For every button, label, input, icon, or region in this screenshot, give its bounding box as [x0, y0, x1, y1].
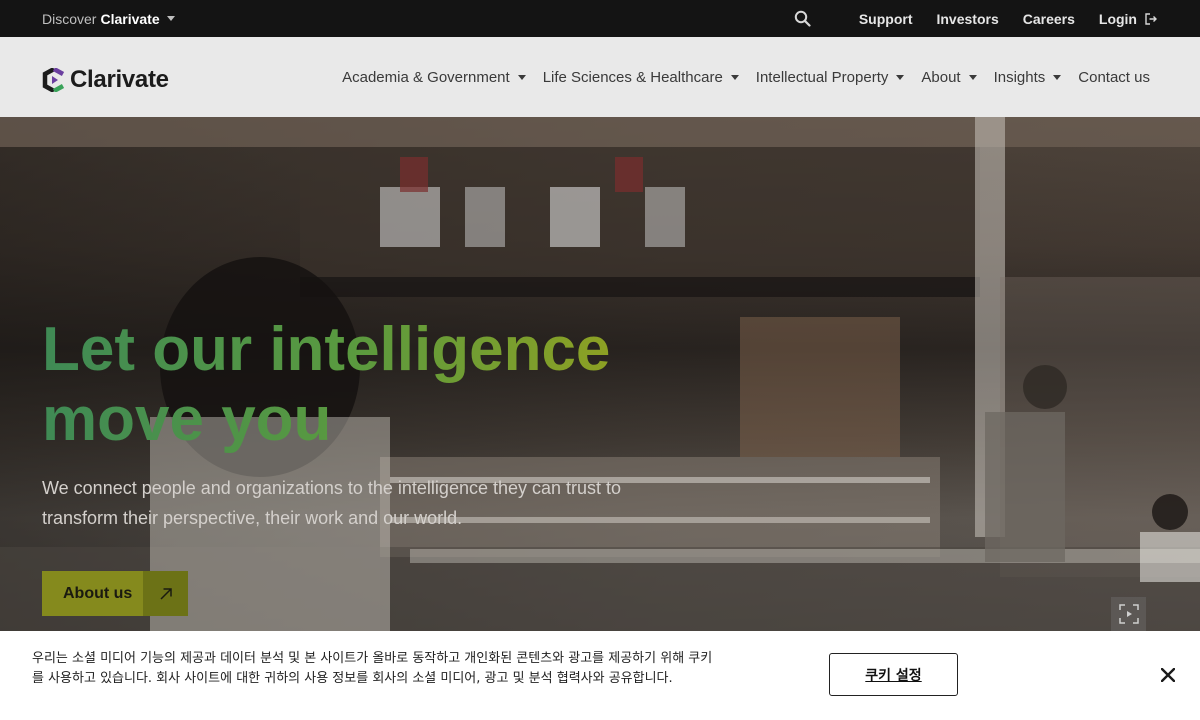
hero-title-line-1: Let our intelligence — [42, 315, 611, 384]
nav-label: Insights — [993, 68, 1046, 86]
chevron-down-icon — [730, 74, 739, 80]
nav-about[interactable]: About — [921, 68, 977, 86]
hero-section: Let our intelligence move you We connect… — [0, 117, 1200, 631]
about-us-button[interactable]: About us — [42, 571, 188, 616]
cookie-settings-button[interactable]: 쿠키 설정 — [829, 653, 958, 696]
nav-life-sciences-healthcare[interactable]: Life Sciences & Healthcare — [543, 69, 739, 86]
nav-label: Contact us — [1078, 68, 1150, 86]
discover-clarivate-dropdown[interactable]: Discover Clarivate — [42, 0, 175, 37]
nav-label: About — [921, 68, 961, 86]
nav-contact-us[interactable]: Contact us — [1078, 69, 1150, 86]
about-us-label: About us — [42, 571, 143, 616]
nav-academia-government[interactable]: Academia & Government — [342, 69, 526, 86]
hero-title: Let our intelligence move you — [42, 315, 662, 455]
cookie-notice-text: 우리는 소셜 미디어 기능의 제공과 데이터 분석 및 본 사이트가 올바로 동… — [32, 651, 713, 686]
close-icon[interactable] — [1157, 664, 1179, 686]
nav-intellectual-property[interactable]: Intellectual Property — [756, 69, 905, 86]
main-navigation: Clarivate Academia & Government Life Sci… — [0, 37, 1200, 117]
chevron-down-icon — [517, 74, 526, 80]
nav-label: Academia & Government — [342, 68, 510, 86]
chevron-down-icon — [1053, 74, 1062, 80]
login-link[interactable]: Login — [1099, 11, 1158, 27]
nav-label: Intellectual Property — [755, 68, 889, 86]
login-label: Login — [1098, 10, 1137, 27]
investors-link[interactable]: Investors — [936, 11, 998, 27]
expand-icon[interactable] — [1111, 597, 1146, 631]
arrow-up-right-icon — [143, 571, 188, 616]
discover-prefix: Discover — [42, 10, 97, 27]
nav-label: Life Sciences & Healthcare — [542, 68, 723, 86]
careers-link[interactable]: Careers — [1023, 11, 1075, 27]
hero-subtitle: We connect people and organizations to t… — [42, 478, 622, 528]
nav-insights[interactable]: Insights — [994, 69, 1062, 86]
cookie-banner: 우리는 소셜 미디어 기능의 제공과 데이터 분석 및 본 사이트가 올바로 동… — [0, 631, 1200, 720]
logo-text: Clarivate — [70, 66, 169, 93]
utility-links: Support Investors Careers Login — [794, 0, 1158, 37]
hero-title-line-2: move you — [42, 385, 332, 454]
clarivate-logo-mark — [42, 68, 65, 92]
search-icon[interactable] — [794, 10, 811, 27]
chevron-down-icon — [166, 16, 175, 21]
primary-nav-items: Academia & Government Life Sciences & He… — [325, 37, 1150, 117]
clarivate-logo[interactable]: Clarivate — [42, 66, 169, 94]
chevron-down-icon — [968, 74, 977, 80]
chevron-down-icon — [896, 74, 905, 80]
support-link[interactable]: Support — [859, 11, 913, 27]
utility-bar: Discover Clarivate Support Investors Car… — [0, 0, 1200, 37]
discover-brand: Clarivate — [100, 10, 160, 27]
login-icon — [1144, 12, 1158, 26]
